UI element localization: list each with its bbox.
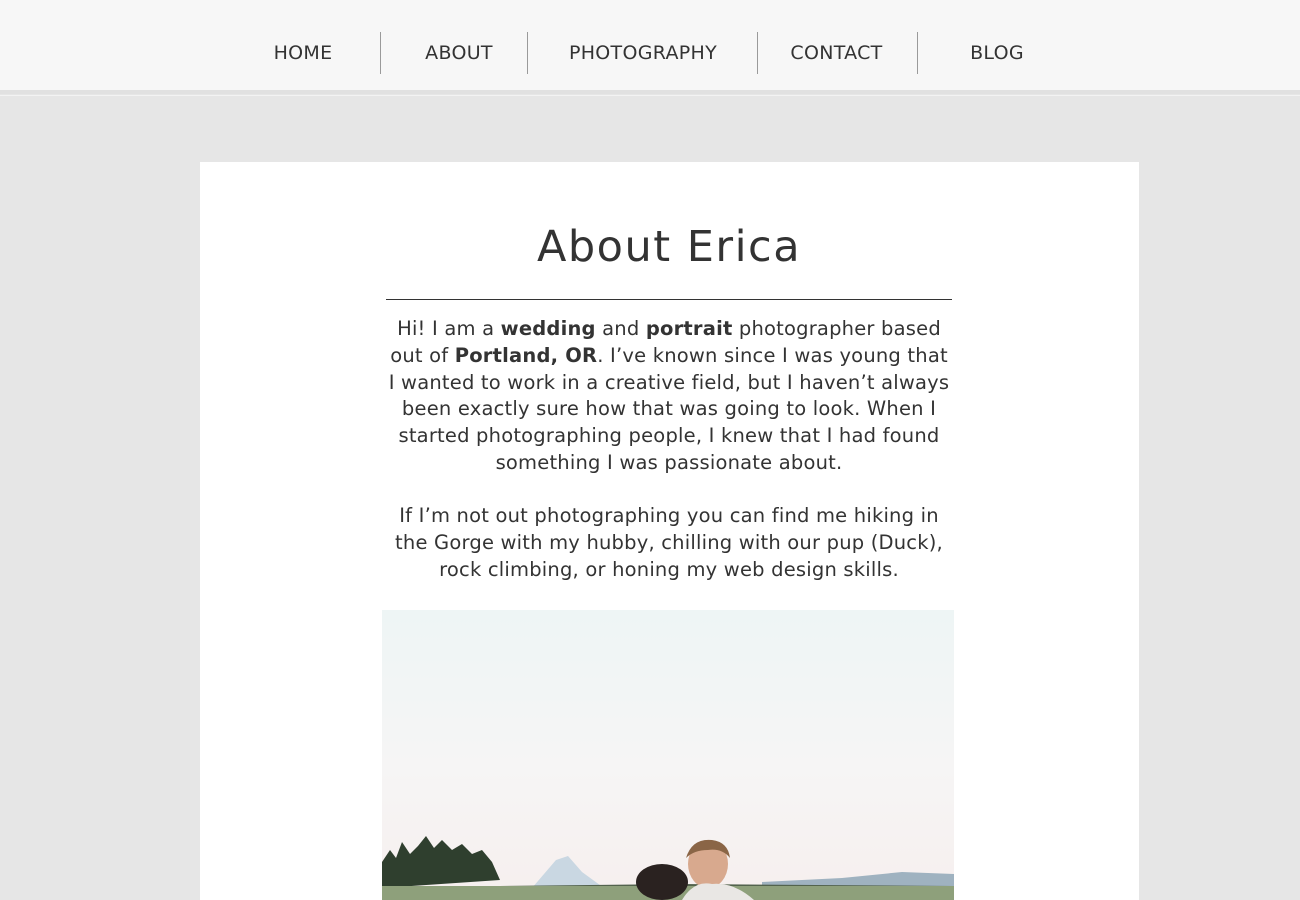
bio-text: Hi! I am a [397,317,501,340]
page-title: About Erica [536,222,802,272]
tree-line [382,836,500,888]
couple-photo [382,610,954,900]
nav-divider [757,32,758,74]
bio-text: and [595,317,646,340]
title-divider [386,299,952,300]
nav-item-home[interactable]: HOME [240,32,366,74]
bio-paragraph-intro: Hi! I am a wedding and portrait photogra… [386,316,952,477]
about-content-card: About Erica Hi! I am a wedding and portr… [200,162,1139,900]
bio-highlight-portrait: portrait [645,317,733,340]
nav-item-about[interactable]: ABOUT [395,32,523,74]
nav-divider [917,32,918,74]
mountain-shape [532,856,604,888]
nav-divider [527,32,528,74]
woman-hair [636,864,688,900]
nav-item-contact[interactable]: CONTACT [770,32,903,74]
bio-highlight-location: Portland, OR [454,343,598,367]
bio-highlight-wedding: wedding [500,317,596,340]
top-navigation-bar: HOME ABOUT PHOTOGRAPHY CONTACT BLOG [0,0,1300,94]
bio-paragraph-hobbies: If I’m not out photographing you can fin… [395,504,943,581]
nav-bottom-rule [0,95,1300,96]
couple-photo-illustration [382,836,954,900]
nav-item-photography[interactable]: PHOTOGRAPHY [540,32,746,74]
nav-divider [380,32,381,74]
nav-menu: HOME ABOUT PHOTOGRAPHY CONTACT BLOG [0,32,1300,74]
nav-item-blog[interactable]: BLOG [940,32,1054,74]
